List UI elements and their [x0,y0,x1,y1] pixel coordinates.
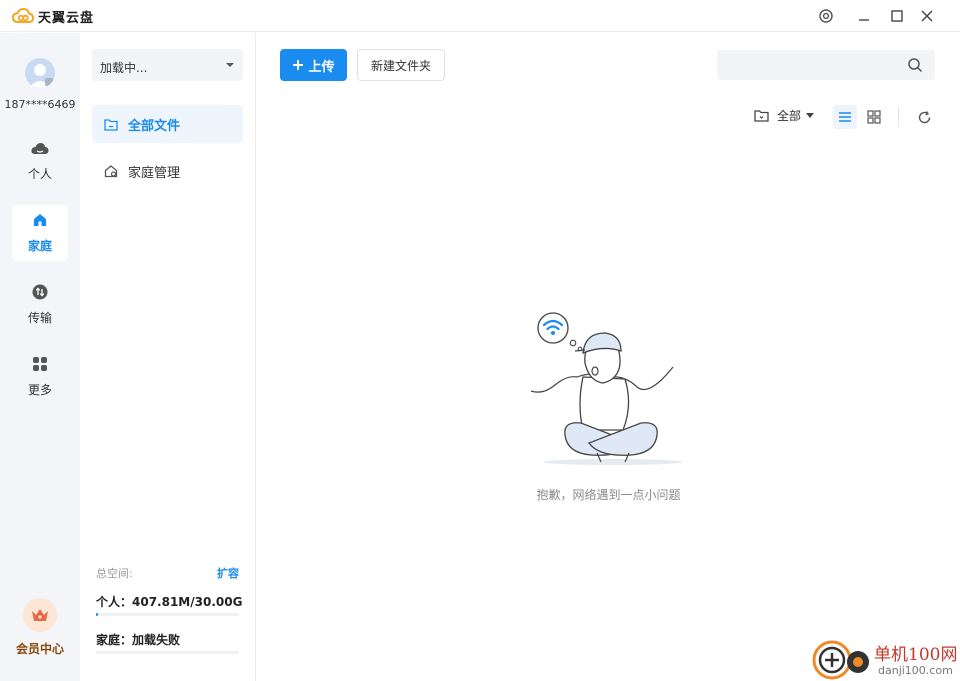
family-storage-bar [96,651,239,654]
family-select[interactable]: 加载中... [92,49,243,81]
grid-icon [32,356,48,376]
folder-filter-icon [754,109,769,122]
nav-label: 全部文件 [128,118,181,134]
toolbar-divider [898,107,899,127]
filter-label: 全部 [777,109,802,123]
nav-label: 家庭管理 [128,165,181,181]
maximize-icon[interactable] [887,6,907,26]
storage-heading-label: 总空间: [96,567,133,580]
list-icon [838,111,852,123]
crown-icon [23,598,57,632]
avatar[interactable] [25,58,55,88]
folder-icon [104,118,118,131]
user-phone: 187****6469 [4,98,76,111]
app-title: 天翼云盘 [38,11,95,26]
main-content: 上传 新建文件夹 全部 抱歉，网络遇到一点小问题 [257,33,960,681]
watermark-title: 单机100网 [874,645,958,665]
list-view-button[interactable] [833,105,857,129]
family-panel: 加载中... 全部文件 家庭管理 总空间: 扩容 个人：407.81M/30.0… [80,33,256,681]
network-error-illustration [530,312,683,465]
personal-storage-text: 个人：407.81M/30.00G [96,595,243,609]
rail-item-label: 更多 [27,383,52,397]
rail-item-label: 传输 [27,311,52,325]
search-icon[interactable] [907,57,923,77]
nav-family-management[interactable]: 家庭管理 [92,152,243,190]
expand-storage-link[interactable]: 扩容 [217,565,239,581]
left-rail: 187****6469 个人 家庭 传输 更多 会员中心 [0,33,80,681]
close-icon[interactable] [917,6,937,26]
rail-item-label: 个人 [27,166,52,181]
empty-state-message: 抱歉，网络遇到一点小问题 [536,488,681,502]
watermark-subtitle: danji100.com [878,664,953,677]
search-input[interactable] [717,50,935,80]
watermark-logo-icon [812,640,869,680]
grid-icon [867,110,881,124]
personal-storage-fill [96,613,99,616]
home-gear-icon [104,164,118,178]
new-folder-button[interactable]: 新建文件夹 [357,49,445,81]
title-bar: 天翼云盘 [0,0,960,32]
rail-item-personal[interactable]: 个人 [12,133,68,189]
rail-item-label: 家庭 [27,239,52,253]
refresh-button[interactable] [912,105,936,129]
transfer-icon [32,284,48,304]
upload-label: 上传 [308,59,335,75]
cloud-logo-icon [11,7,35,29]
family-select-value: 加载中... [100,61,148,75]
grid-view-button[interactable] [862,105,886,129]
vip-center-button[interactable]: 会员中心 [0,598,80,657]
watermark: 单机100网 danji100.com [808,636,960,681]
storage-heading: 总空间: 扩容 [96,565,239,581]
upload-button[interactable]: 上传 [280,49,347,81]
rail-item-more[interactable]: 更多 [12,349,68,405]
nav-all-files[interactable]: 全部文件 [92,105,243,143]
caret-down-icon [806,113,815,118]
cloud-icon [31,141,49,160]
settings-icon[interactable] [816,6,836,26]
refresh-icon [917,110,932,125]
minimize-icon[interactable] [854,6,874,26]
caret-down-icon [226,63,234,67]
rail-item-family[interactable]: 家庭 [12,205,68,261]
filter-dropdown[interactable]: 全部 [754,107,815,124]
vip-center-label: 会员中心 [15,642,64,656]
family-storage-text: 家庭：加载失败 [96,633,181,647]
plus-icon [292,59,304,71]
home-icon [32,212,48,232]
rail-item-transfer[interactable]: 传输 [12,277,68,333]
personal-storage-bar [96,613,239,616]
